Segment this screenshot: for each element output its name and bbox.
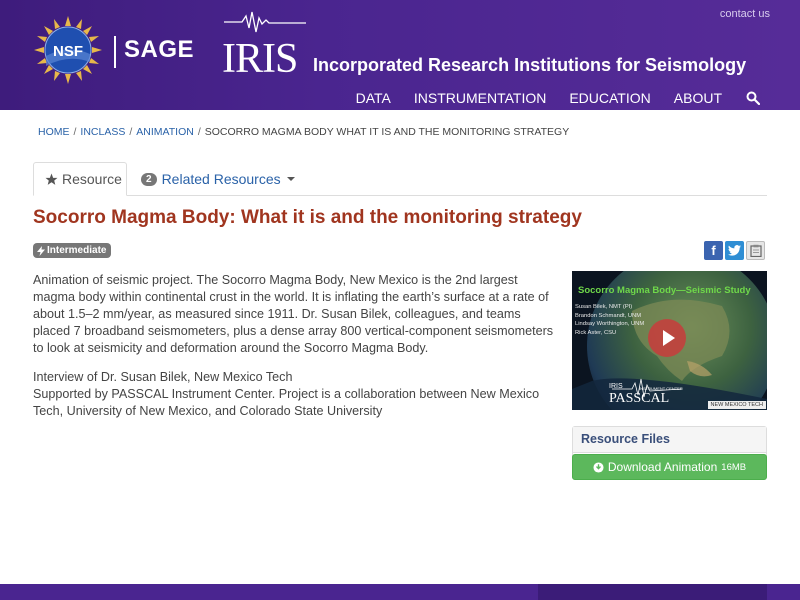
search-icon[interactable] bbox=[746, 91, 760, 105]
video-passcal-label: PASSCAL bbox=[609, 391, 670, 406]
description-credits: Interview of Dr. Susan Bilek, New Mexico… bbox=[33, 369, 558, 420]
video-credit-line: Lindsay Worthington, UNM bbox=[575, 321, 645, 327]
video-credit-line: Rick Aster, CSU bbox=[575, 329, 617, 336]
twitter-icon bbox=[728, 245, 741, 256]
breadcrumb-separator: / bbox=[73, 126, 77, 138]
breadcrumb-current: SOCORRO MAGMA BODY WHAT IT IS AND THE MO… bbox=[204, 126, 570, 138]
sage-logo[interactable]: SAGE bbox=[124, 36, 194, 64]
video-iris-label: IRIS bbox=[609, 383, 623, 390]
tab-related-label: Related Resources bbox=[161, 171, 281, 187]
resource-tabs: Resource 2 Related Resources bbox=[33, 162, 767, 196]
download-label: Download Animation bbox=[607, 460, 718, 474]
breadcrumb-separator: / bbox=[197, 126, 201, 138]
video-credit-line: Brandon Schmandt, UNM bbox=[575, 312, 642, 319]
breadcrumb-animation[interactable]: ANIMATION bbox=[136, 126, 194, 138]
breadcrumb: HOME / INCLASS / ANIMATION / SOCORRO MAGMA BOD… bbox=[38, 126, 569, 138]
tab-resource[interactable]: Resource bbox=[33, 162, 127, 196]
bolt-icon bbox=[37, 245, 45, 256]
caret-down-icon bbox=[286, 177, 295, 181]
video-thumbnail[interactable]: Socorro Magma Body—Seismic Study Susan B… bbox=[572, 271, 767, 410]
logo-separator bbox=[114, 36, 116, 68]
video-instrument-center: INSTRUMENT CENTER bbox=[639, 386, 683, 391]
page-title: Socorro Magma Body: What it is and the m… bbox=[33, 207, 582, 228]
resource-files-panel: Resource Files Download Animation 16MB bbox=[572, 426, 767, 480]
download-animation-button[interactable]: Download Animation 16MB bbox=[572, 454, 767, 480]
clipboard-button[interactable] bbox=[746, 241, 765, 260]
video-credits: Susan Bilek, NMT (PI) Brandon Schmandt, … bbox=[575, 303, 644, 337]
level-label: Intermediate bbox=[47, 245, 107, 256]
nsf-logo[interactable]: NSF bbox=[34, 16, 102, 84]
nav-data[interactable]: DATA bbox=[356, 90, 391, 106]
related-count-badge: 2 bbox=[141, 172, 157, 186]
resource-files-heading: Resource Files bbox=[573, 427, 766, 453]
video-title: Socorro Magma Body—Seismic Study bbox=[578, 285, 751, 296]
breadcrumb-inclass[interactable]: INCLASS bbox=[80, 126, 125, 138]
description-paragraph: Animation of seismic project. The Socorr… bbox=[33, 273, 554, 355]
iris-logo[interactable]: IRIS bbox=[222, 10, 308, 82]
nav-about[interactable]: ABOUT bbox=[674, 90, 722, 106]
video-nmt-label: NEW MEXICO TECH bbox=[707, 401, 766, 409]
tab-related-resources[interactable]: 2 Related Resources bbox=[141, 162, 295, 196]
description-line: Interview of Dr. Susan Bilek, New Mexico… bbox=[33, 370, 293, 384]
nsf-logo-text: NSF bbox=[53, 43, 83, 60]
star-icon bbox=[45, 173, 58, 185]
facebook-share-button[interactable]: f bbox=[704, 241, 723, 260]
video-credit-line: Susan Bilek, NMT (PI) bbox=[575, 304, 633, 310]
level-badge: Intermediate bbox=[33, 243, 112, 258]
download-size: 16MB bbox=[721, 461, 747, 473]
contact-us-link[interactable]: contact us bbox=[720, 8, 770, 20]
description-line: Supported by PASSCAL Instrument Center. … bbox=[33, 387, 540, 418]
iris-logo-text: IRIS bbox=[222, 36, 297, 76]
play-icon[interactable] bbox=[648, 319, 686, 357]
breadcrumb-separator: / bbox=[129, 126, 133, 138]
main-nav: DATA INSTRUMENTATION EDUCATION ABOUT bbox=[333, 90, 760, 106]
breadcrumb-home[interactable]: HOME bbox=[38, 126, 70, 138]
download-icon bbox=[593, 461, 604, 473]
tab-resource-label: Resource bbox=[62, 171, 122, 187]
twitter-share-button[interactable] bbox=[725, 241, 744, 260]
nav-education[interactable]: EDUCATION bbox=[569, 90, 650, 106]
clipboard-icon bbox=[749, 244, 762, 257]
nav-instrumentation[interactable]: INSTRUMENTATION bbox=[414, 90, 546, 106]
iris-full-title: Incorporated Research Institutions for S… bbox=[313, 55, 747, 75]
site-header: contact us NSF SAGE IRIS Incorporated Re… bbox=[0, 0, 800, 110]
share-buttons: f bbox=[704, 241, 765, 260]
footer-block bbox=[538, 584, 767, 600]
resource-description: Animation of seismic project. The Socorr… bbox=[33, 272, 558, 432]
